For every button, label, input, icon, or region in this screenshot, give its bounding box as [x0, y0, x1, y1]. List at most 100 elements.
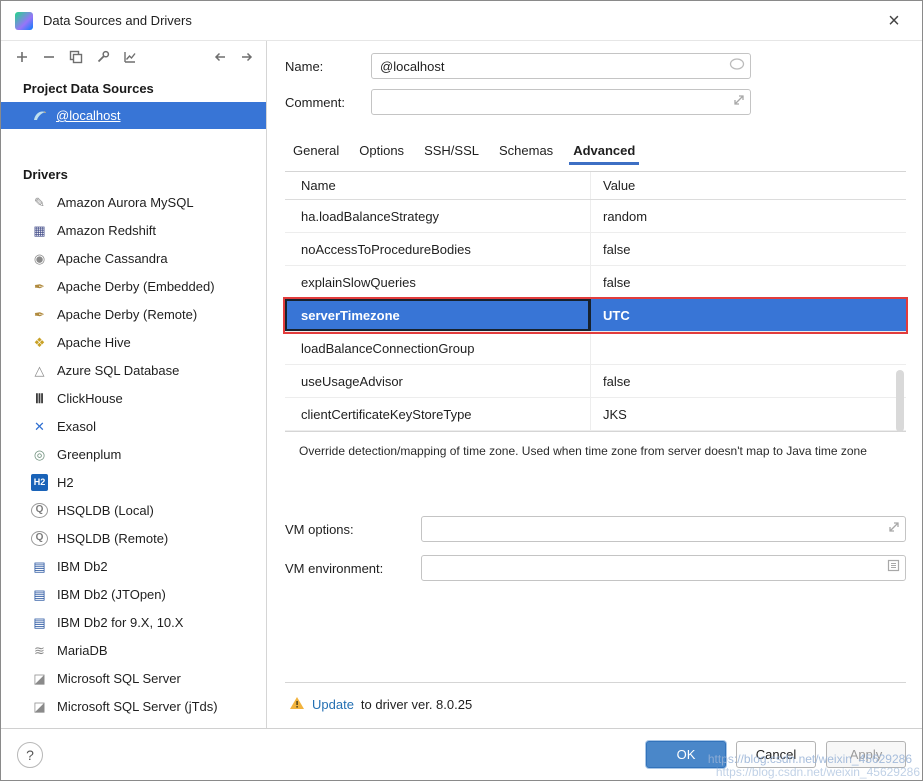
cancel-button[interactable]: Cancel [736, 741, 816, 768]
sidebar-item-microsoft-sql-server-jtds[interactable]: ◪Microsoft SQL Server (jTds) [1, 692, 266, 720]
table-row[interactable]: loadBalanceConnectionGroup [285, 332, 906, 365]
property-value: JKS [591, 398, 906, 430]
driver-label: Microsoft SQL Server [57, 671, 181, 686]
table-row[interactable]: ha.loadBalanceStrategy random [285, 200, 906, 233]
name-input[interactable] [371, 53, 751, 79]
sidebar-item-apache-hive[interactable]: ❖Apache Hive [1, 328, 266, 356]
property-value: random [591, 200, 906, 232]
sidebar-item-greenplum[interactable]: ◎Greenplum [1, 440, 266, 468]
tab-general[interactable]: General [285, 139, 347, 165]
table-row[interactable]: explainSlowQueries false [285, 266, 906, 299]
sidebar-item-exasol[interactable]: ✕Exasol [1, 412, 266, 440]
table-row[interactable]: clientCertificateKeyStoreType JKS [285, 398, 906, 431]
vm-environment-input[interactable] [421, 555, 906, 581]
apache-hive-icon: ❖ [31, 334, 48, 351]
tab-schemas[interactable]: Schemas [491, 139, 561, 165]
apache-derby-icon: ✒ [31, 278, 48, 295]
sidebar-item-amazon-redshift[interactable]: ▦Amazon Redshift [1, 216, 266, 244]
sidebar-toolbar [1, 41, 266, 73]
sidebar-item-ibm-db2[interactable]: ▤IBM Db2 [1, 552, 266, 580]
comment-input[interactable] [371, 89, 751, 115]
sidebar-item-apache-derby-remote[interactable]: ✒Apache Derby (Remote) [1, 300, 266, 328]
driver-label: IBM Db2 (JTOpen) [57, 587, 166, 602]
sidebar-item-ibm-db2-9x-10x[interactable]: ▤IBM Db2 for 9.X, 10.X [1, 608, 266, 636]
driver-label: IBM Db2 [57, 559, 108, 574]
ok-button[interactable]: OK [646, 741, 726, 768]
diagram-icon[interactable] [123, 50, 137, 64]
driver-label: HSQLDB (Remote) [57, 531, 168, 546]
tab-ssh-ssl[interactable]: SSH/SSL [416, 139, 487, 165]
connection-indicator-icon [729, 57, 745, 75]
property-name: serverTimezone [285, 299, 591, 331]
sidebar-item-hsqldb-remote[interactable]: QHSQLDB (Remote) [1, 524, 266, 552]
property-name: loadBalanceConnectionGroup [285, 332, 591, 364]
vm-settings: VM options: VM environment: [285, 516, 906, 594]
vm-options-input[interactable] [421, 516, 906, 542]
settings-tabs: General Options SSH/SSL Schemas Advanced [285, 139, 906, 165]
back-arrow-icon[interactable] [213, 50, 227, 64]
property-name: noAccessToProcedureBodies [285, 233, 591, 265]
driver-label: H2 [57, 475, 74, 490]
sidebar-item-mariadb[interactable]: ≋ MariaDB [1, 636, 266, 664]
duplicate-icon[interactable] [69, 50, 83, 64]
microsoft-sql-server-icon: ◪ [31, 670, 48, 687]
driver-label: Greenplum [57, 447, 121, 462]
expand-icon[interactable] [888, 520, 900, 538]
add-icon[interactable] [15, 50, 29, 64]
project-data-sources-header: Project Data Sources [1, 73, 266, 102]
property-name: clientCertificateKeyStoreType [285, 398, 591, 430]
table-scrollbar[interactable] [896, 370, 904, 432]
help-button[interactable]: ? [17, 742, 43, 768]
tab-advanced[interactable]: Advanced [565, 139, 643, 165]
driver-label: Apache Derby (Remote) [57, 307, 197, 322]
sidebar-item-azure-sql-database[interactable]: △Azure SQL Database [1, 356, 266, 384]
remove-icon[interactable] [42, 50, 56, 64]
datasource-settings-panel: Name: Comment: General Options SSH/SSL S… [267, 41, 922, 728]
property-value: false [591, 365, 906, 397]
driver-label: MariaDB [57, 643, 108, 658]
vm-options-label: VM options: [285, 522, 421, 537]
sources-tree: Project Data Sources @localhost Drivers … [1, 73, 266, 728]
tab-options[interactable]: Options [351, 139, 412, 165]
vm-environment-label: VM environment: [285, 561, 421, 576]
property-name: useUsageAdvisor [285, 365, 591, 397]
warning-icon [289, 696, 305, 713]
table-row-servertimezone-selected[interactable]: serverTimezone UTC [285, 299, 906, 332]
mariadb-icon: ≋ [31, 642, 48, 659]
driver-label: Exasol [57, 419, 96, 434]
apply-button[interactable]: Apply [826, 741, 906, 768]
vm-environment-row: VM environment: [285, 555, 906, 581]
data-sources-dialog: Data Sources and Drivers × Project Data … [0, 0, 923, 781]
comment-row: Comment: [285, 89, 906, 115]
property-value: false [591, 233, 906, 265]
property-value: UTC [591, 299, 906, 331]
sidebar: Project Data Sources @localhost Drivers … [1, 41, 267, 728]
column-header-name[interactable]: Name [285, 172, 591, 199]
property-name: ha.loadBalanceStrategy [285, 200, 591, 232]
sidebar-item-clickhouse[interactable]: ⅢClickHouse [1, 384, 266, 412]
sidebar-item-hsqldb-local[interactable]: QHSQLDB (Local) [1, 496, 266, 524]
comment-label: Comment: [285, 95, 371, 110]
sidebar-item-localhost[interactable]: @localhost [1, 102, 266, 129]
sidebar-item-apache-derby-embedded[interactable]: ✒Apache Derby (Embedded) [1, 272, 266, 300]
update-driver-link[interactable]: Update [312, 697, 354, 712]
clickhouse-icon: Ⅲ [31, 390, 48, 407]
driver-label: Microsoft SQL Server (jTds) [57, 699, 218, 714]
wrench-icon[interactable] [96, 50, 110, 64]
table-row[interactable]: useUsageAdvisor false [285, 365, 906, 398]
table-row[interactable]: noAccessToProcedureBodies false [285, 233, 906, 266]
sidebar-item-apache-cassandra[interactable]: ◉Apache Cassandra [1, 244, 266, 272]
variables-list-icon[interactable] [887, 559, 900, 577]
datasource-label: @localhost [56, 108, 121, 123]
apache-cassandra-icon: ◉ [31, 250, 48, 267]
window-title: Data Sources and Drivers [43, 13, 192, 28]
hsqldb-icon: Q [31, 503, 48, 518]
sidebar-item-ibm-db2-jtopen[interactable]: ▤IBM Db2 (JTOpen) [1, 580, 266, 608]
expand-icon[interactable] [733, 93, 745, 111]
close-icon[interactable]: × [880, 11, 908, 31]
forward-arrow-icon[interactable] [240, 50, 254, 64]
column-header-value[interactable]: Value [591, 172, 906, 199]
sidebar-item-h2[interactable]: H2H2 [1, 468, 266, 496]
sidebar-item-microsoft-sql-server[interactable]: ◪ Microsoft SQL Server [1, 664, 266, 692]
sidebar-item-amazon-aurora-mysql[interactable]: ✎Amazon Aurora MySQL [1, 188, 266, 216]
